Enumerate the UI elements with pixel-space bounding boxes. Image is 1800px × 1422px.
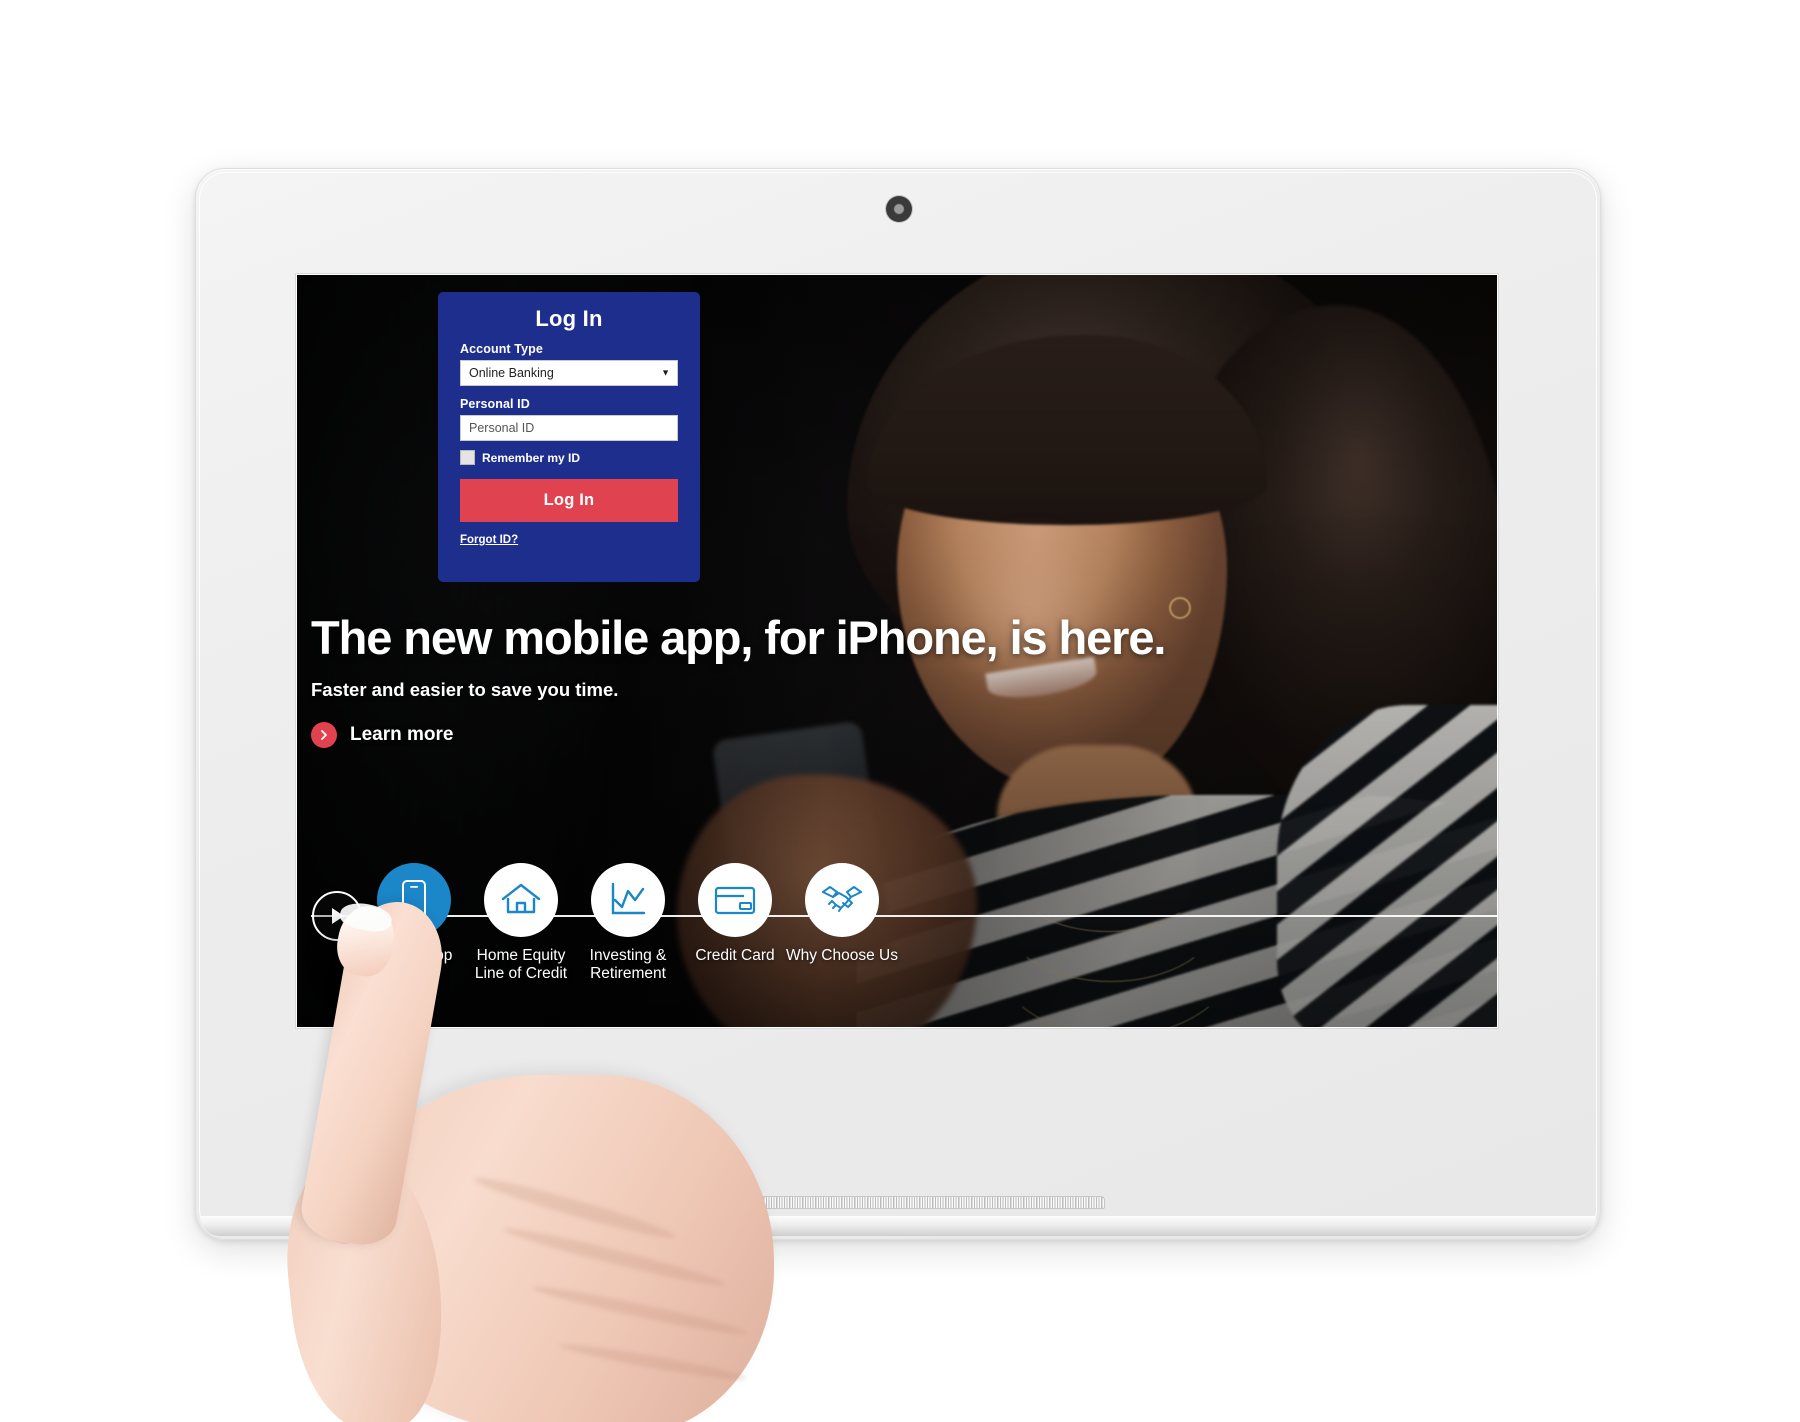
hero-subheadline: Faster and easier to save you time. [311, 679, 619, 701]
remember-my-id-row[interactable]: Remember my ID [460, 450, 678, 465]
carousel-item-investing-retirement[interactable]: Investing & Retirement [569, 863, 687, 982]
hand-crease [531, 1281, 749, 1340]
carousel-item-why-choose-us[interactable]: Why Choose Us [783, 863, 901, 965]
personal-id-placeholder: Personal ID [469, 421, 535, 435]
login-submit-button[interactable]: Log In [460, 479, 678, 522]
photo-necklace [992, 865, 1239, 1027]
carousel-label: Credit Card [695, 947, 775, 964]
forgot-id-link[interactable]: Forgot ID? [460, 534, 518, 546]
chevron-right-icon [311, 722, 337, 749]
line-chart-icon [591, 863, 665, 937]
carousel-label: Investing & Retirement [589, 947, 667, 982]
credit-card-icon [698, 863, 772, 937]
personal-id-label: Personal ID [460, 397, 530, 411]
tablet-bottom-edge [200, 1216, 1596, 1236]
account-type-value: Online Banking [469, 366, 554, 380]
carousel-item-home-equity-line-of-credit[interactable]: Home Equity Line of Credit [462, 863, 580, 982]
remember-my-id-checkbox[interactable] [460, 450, 475, 465]
handshake-icon [805, 863, 879, 937]
personal-id-input[interactable]: Personal ID [460, 415, 678, 441]
learn-more-label: Learn more [350, 724, 454, 746]
login-title: Log In [535, 306, 603, 331]
chevron-down-icon: ▼ [661, 367, 670, 378]
remember-my-id-label: Remember my ID [482, 450, 581, 465]
hand-crease [558, 1339, 748, 1385]
carousel-item-credit-card[interactable]: Credit Card [676, 863, 794, 965]
account-type-label: Account Type [460, 342, 543, 356]
carousel-label: Why Choose Us [786, 947, 898, 964]
screenshot-root: Log In Account Type Online Banking ▼ Per… [0, 0, 1800, 1422]
bottom-speaker-grille [705, 1196, 1105, 1209]
finger-shadow [308, 896, 428, 1046]
learn-more-link[interactable]: Learn more [311, 722, 454, 749]
hero-headline: The new mobile app, for iPhone, is here. [311, 611, 1166, 664]
account-type-select[interactable]: Online Banking ▼ [460, 360, 678, 386]
tablet-screen: Log In Account Type Online Banking ▼ Per… [297, 275, 1497, 1027]
front-camera-icon [886, 196, 912, 222]
hero-copy: The new mobile app, for iPhone, is here.… [311, 611, 1311, 749]
house-icon [484, 863, 558, 937]
login-panel: Log In Account Type Online Banking ▼ Per… [438, 292, 700, 582]
carousel-label: Home Equity Line of Credit [474, 947, 568, 982]
